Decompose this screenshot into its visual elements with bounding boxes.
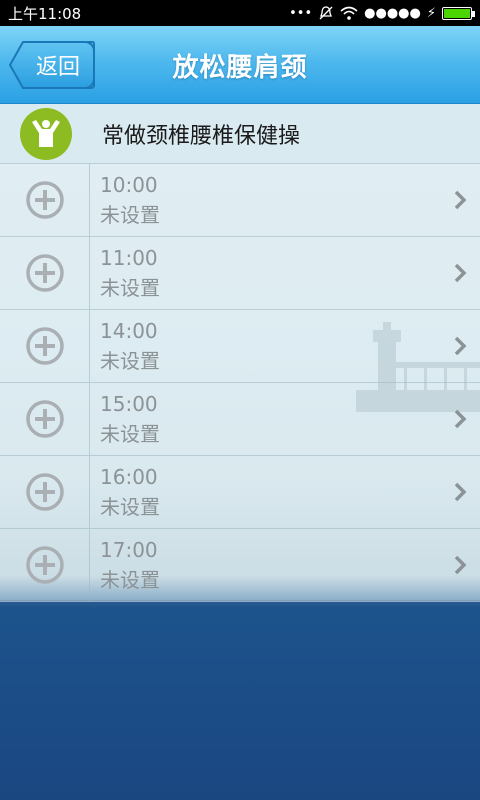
list-item[interactable]: 17:00 未设置 <box>0 529 480 602</box>
reminder-status: 未设置 <box>100 567 160 592</box>
chevron-right-icon <box>440 529 480 601</box>
chevron-right-icon <box>440 383 480 455</box>
reminder-status: 未设置 <box>100 494 160 519</box>
status-icons: ••• ●●●●● ⚡ <box>289 5 475 21</box>
mute-icon <box>319 6 333 20</box>
add-circle-icon[interactable] <box>0 456 90 528</box>
reminder-time: 16:00 <box>100 464 158 489</box>
status-time: 上午11:08 <box>8 4 82 23</box>
list-item[interactable]: 11:00 未设置 <box>0 237 480 310</box>
list-item[interactable]: 14:00 未设置 <box>0 310 480 383</box>
add-circle-icon[interactable] <box>0 310 90 382</box>
add-circle-icon[interactable] <box>0 164 90 236</box>
title-bar: 放松腰肩颈 返回 <box>0 26 480 104</box>
list-item[interactable]: 15:00 未设置 <box>0 383 480 456</box>
list-item[interactable]: 16:00 未设置 <box>0 456 480 529</box>
battery-icon <box>442 6 475 20</box>
reminder-time: 15:00 <box>100 391 158 416</box>
list-item[interactable]: 10:00 未设置 <box>0 164 480 237</box>
charging-icon: ⚡ <box>426 5 436 21</box>
add-circle-icon[interactable] <box>0 529 90 601</box>
reminder-list: 10:00 未设置 11:00 未设置 14:00 未设置 15:00 未设置 … <box>0 164 480 602</box>
wifi-icon <box>340 6 358 20</box>
section-header: 常做颈椎腰椎保健操 <box>0 104 480 164</box>
reminder-status: 未设置 <box>100 421 160 446</box>
chevron-right-icon <box>440 237 480 309</box>
chevron-right-icon <box>440 310 480 382</box>
add-circle-icon[interactable] <box>0 383 90 455</box>
reminder-status: 未设置 <box>100 275 160 300</box>
reminder-time: 11:00 <box>100 245 158 270</box>
chevron-right-icon <box>440 164 480 236</box>
section-title: 常做颈椎腰椎保健操 <box>102 123 301 149</box>
reminder-time: 17:00 <box>100 537 158 562</box>
reminder-time: 14:00 <box>100 318 158 343</box>
add-circle-icon[interactable] <box>0 237 90 309</box>
reminder-status: 未设置 <box>100 202 160 227</box>
signal-icon: ●●●●● <box>364 5 421 21</box>
exercise-person-icon <box>20 107 72 160</box>
reminder-status: 未设置 <box>100 348 160 373</box>
more-icon: ••• <box>289 5 313 21</box>
back-button[interactable]: 返回 <box>9 41 95 89</box>
status-bar: 上午11:08 ••• ●●●●● ⚡ <box>0 0 480 26</box>
reminder-time: 10:00 <box>100 172 158 197</box>
chevron-right-icon <box>440 456 480 528</box>
